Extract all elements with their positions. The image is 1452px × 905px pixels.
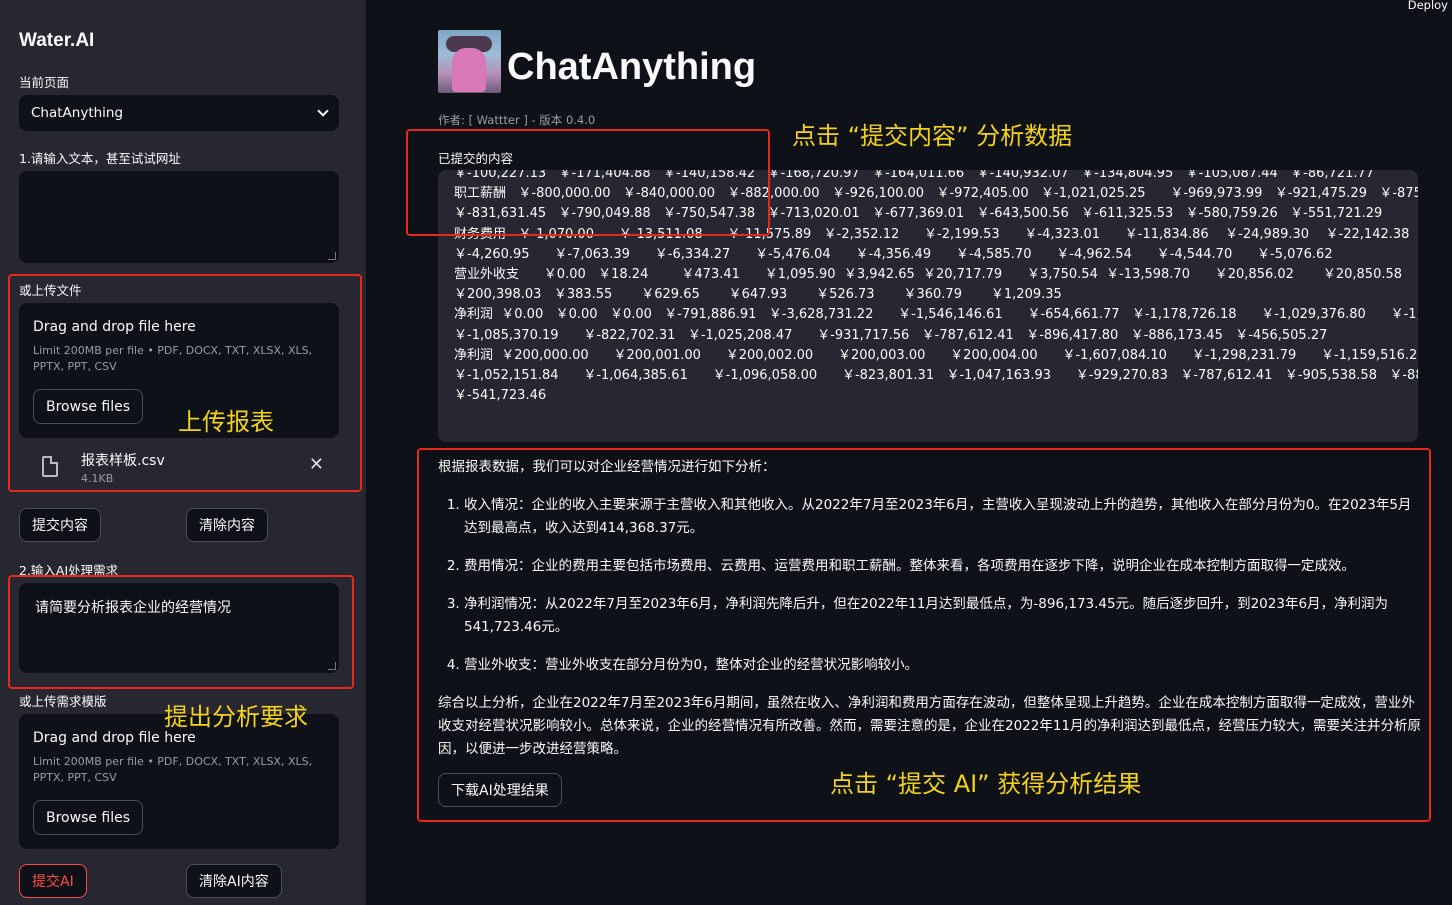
- text-input[interactable]: [19, 171, 339, 263]
- clear-ai-button[interactable]: 清除AI内容: [186, 864, 282, 898]
- app-title: Water.AI: [19, 30, 95, 51]
- data-line: ￥200,398.03 ￥383.55 ￥629.65 ￥647.93 ￥526…: [454, 287, 1062, 303]
- annotation-submit-content: 点击 “提交内容” 分析数据: [792, 122, 1073, 150]
- browse-files-button[interactable]: Browse files: [33, 800, 144, 835]
- data-line: ￥-541,723.46: [454, 388, 547, 404]
- resize-handle-icon[interactable]: [328, 252, 336, 260]
- data-line: ￥-1,085,370.19 ￥-822,702.31 ￥-1,025,208.…: [454, 327, 1328, 343]
- chevron-down-icon: [317, 105, 329, 117]
- annotation-box-requirement: [8, 575, 354, 689]
- dropzone-title: Drag and drop file here: [33, 730, 196, 746]
- page-select-value: ChatAnything: [31, 105, 124, 121]
- clear-content-button[interactable]: 清除内容: [186, 508, 268, 542]
- data-line: ￥-4,260.95 ￥-7,063.39 ￥-6,334.27 ￥-5,476…: [454, 246, 1333, 262]
- annotation-upload: 上传报表: [178, 408, 274, 436]
- annotation-requirement: 提出分析要求: [164, 703, 308, 731]
- deploy-button[interactable]: Deploy: [1408, 0, 1448, 12]
- app-logo: [438, 30, 501, 93]
- dropzone-limit: Limit 200MB per file • PDF, DOCX, TXT, X…: [33, 755, 313, 784]
- submit-content-button[interactable]: 提交内容: [19, 508, 101, 542]
- submit-ai-button[interactable]: 提交AI: [19, 864, 87, 898]
- annotation-submit-ai: 点击 “提交 AI” 获得分析结果: [830, 770, 1142, 798]
- template-upload-label: 或上传需求模版: [19, 694, 107, 709]
- page-title: ChatAnything: [507, 46, 757, 88]
- data-line: ￥-1,052,151.84 ￥-1,064,385.61 ￥-1,096,05…: [454, 368, 1418, 384]
- data-line: 净利润 ￥200,000.00 ￥200,001.00 ￥200,002.00 …: [454, 347, 1418, 363]
- data-line: 营业外收支 ￥0.00 ￥18.24 ￥473.41 ￥1,095.90 ￥3,…: [454, 267, 1418, 283]
- data-line: 净利润 ￥0.00 ￥0.00 ￥0.00 ￥-791,886.91 ￥-3,6…: [454, 307, 1418, 323]
- page-select-label: 当前页面: [19, 75, 70, 90]
- annotation-box-upload: [8, 274, 362, 492]
- page-select[interactable]: ChatAnything: [19, 95, 339, 131]
- text-input-label: 1.请输入文本，甚至试试网址: [19, 151, 181, 166]
- annotation-box-submitted: [406, 129, 770, 236]
- author-version: 作者: [ Wattter ] - 版本 0.4.0: [438, 113, 596, 127]
